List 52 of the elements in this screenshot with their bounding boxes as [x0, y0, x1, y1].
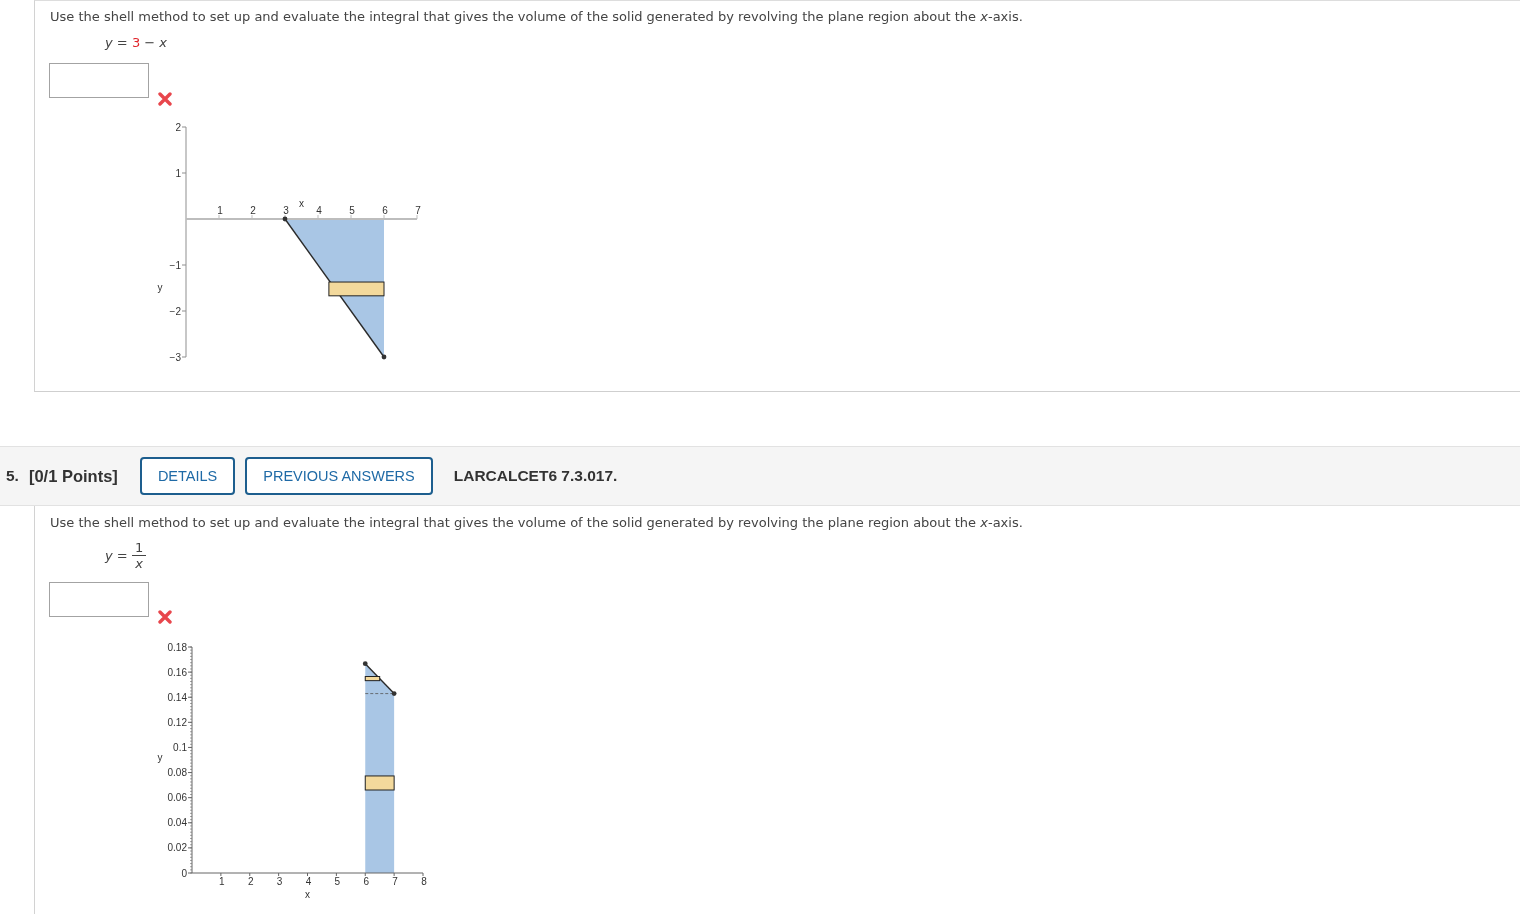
tick-label: 4	[316, 205, 322, 216]
tick-label: 0.16	[167, 666, 187, 678]
point-marker	[282, 216, 288, 222]
equation: y = 3 − x	[105, 34, 168, 52]
points-label: [0/1 Points]	[28, 466, 118, 486]
tick-label: 2	[247, 876, 254, 887]
tick-label: 2	[175, 121, 181, 133]
tick-label: 0	[181, 867, 187, 879]
tick-label: 3	[276, 876, 283, 887]
tick-label: 7	[392, 876, 398, 887]
tick-label: 0.1	[173, 741, 187, 753]
tick-label: 2	[250, 205, 256, 216]
shell-rectangle	[328, 281, 385, 297]
question-reference: LARCALCET6 7.3.017.	[453, 467, 618, 485]
tick-label: 0.08	[167, 767, 187, 779]
tick-label: 0.14	[167, 691, 187, 703]
axis-label: y	[157, 752, 163, 763]
dashed-line	[364, 693, 395, 694]
shell-rectangle	[364, 676, 381, 682]
point-marker	[381, 354, 387, 360]
shell-rectangle	[364, 775, 395, 791]
question-text: Use the shell method to set up and evaluate the integral that gives the volume of the solid generated by revolving the plane region about the x-axis.	[50, 514, 1023, 532]
tick-label: −1	[169, 259, 181, 271]
tick-label: 0.04	[167, 817, 187, 829]
axis-label: x	[299, 198, 304, 209]
tick-label: 0.02	[167, 842, 187, 854]
tick-label: −3	[169, 351, 181, 363]
tick-label: 0.18	[167, 641, 187, 653]
tick-label: 0.06	[167, 792, 187, 804]
tick-label: 1	[217, 205, 223, 216]
tick-label: 5	[334, 876, 341, 887]
tick-label: 0.12	[167, 716, 187, 728]
tick-label: 6	[363, 876, 370, 887]
point-marker	[362, 661, 368, 667]
tick-label: 5	[349, 205, 355, 216]
tick-label: 3	[283, 205, 289, 216]
answer-box[interactable]	[49, 63, 149, 98]
tick-label: 1	[219, 876, 225, 887]
question-text: Use the shell method to set up and evaluate the integral that gives the volume of the solid generated by revolving the plane region about the x-axis.	[50, 8, 1023, 26]
axis-label: y	[157, 282, 163, 293]
question-number: 5.	[6, 467, 19, 485]
answer-box[interactable]	[49, 582, 149, 617]
tick-label: 4	[305, 876, 312, 887]
point-marker	[391, 691, 397, 696]
tick-label: 1	[175, 167, 181, 179]
axis-label: x	[305, 889, 310, 900]
tick-label: 6	[382, 205, 388, 216]
previous-answers-button[interactable]: PREVIOUS ANSWERS	[245, 457, 433, 495]
details-button[interactable]: DETAILS	[139, 457, 236, 495]
tick-label: 8	[421, 876, 427, 887]
tick-label: 7	[415, 205, 421, 216]
tick-label: −2	[169, 305, 181, 317]
